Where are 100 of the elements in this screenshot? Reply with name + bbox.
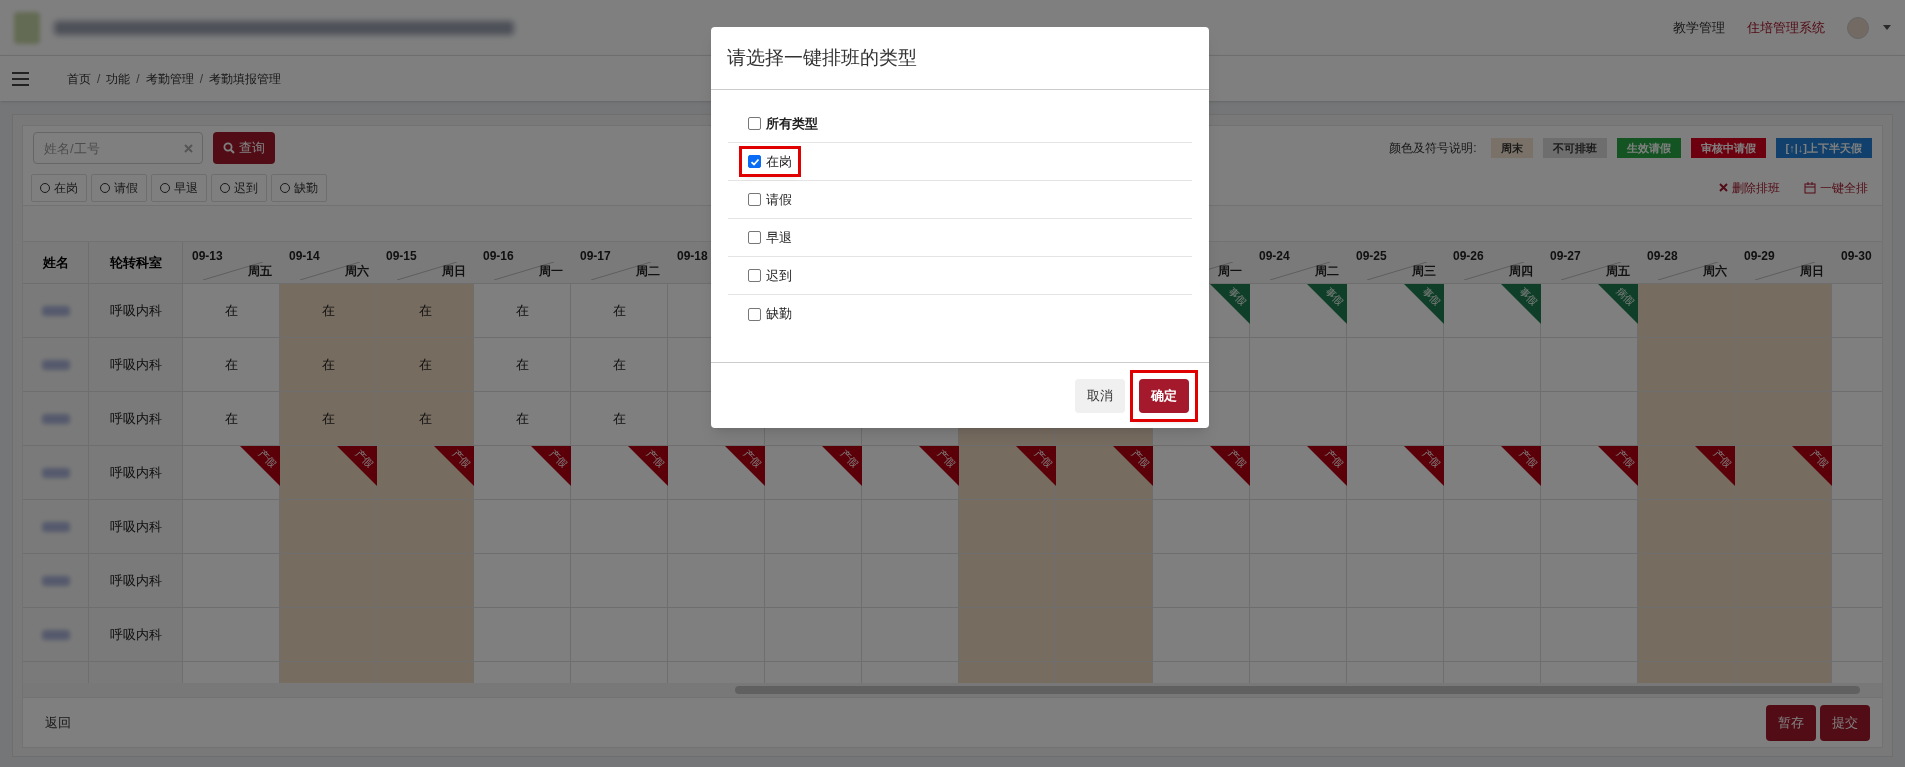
checkbox[interactable] xyxy=(748,231,761,244)
attendance-mark: 在 xyxy=(225,301,238,320)
date-label: 09-13 xyxy=(192,248,223,265)
attendance-mark: 在 xyxy=(419,301,432,320)
date-label: 09-27 xyxy=(1550,248,1581,265)
back-button[interactable]: 返回 xyxy=(35,707,81,738)
weekday-label: 周六 xyxy=(1703,263,1727,280)
diagonal-divider xyxy=(1464,262,1524,280)
legend-chip: 生效请假 xyxy=(1616,137,1681,159)
nav-link[interactable]: 教学管理 xyxy=(1673,17,1725,38)
delete-schedule-link[interactable]: 删除排班 xyxy=(1719,178,1780,197)
checkbox[interactable] xyxy=(748,269,761,282)
legend-chip: 周末 xyxy=(1490,137,1533,159)
weekday-label: 周二 xyxy=(1315,263,1339,280)
breadcrumb-link[interactable]: 功能 xyxy=(106,69,131,88)
diagonal-divider xyxy=(1755,262,1815,280)
leave-label: 产假 xyxy=(935,448,957,470)
filter-button[interactable]: 迟到 xyxy=(211,173,267,202)
weekday-label: 周一 xyxy=(539,263,563,280)
attendance-mark: 在 xyxy=(419,409,432,428)
attendance-mark: 在 xyxy=(613,355,626,374)
filter-button[interactable]: 在岗 xyxy=(31,173,87,202)
blurred-name xyxy=(41,413,70,424)
checkbox-option[interactable]: 早退 xyxy=(742,224,798,251)
department-cell-text: 呼吸内科 xyxy=(109,409,162,428)
attendance-mark: 在 xyxy=(516,301,529,320)
weekday-label: 周五 xyxy=(1606,263,1630,280)
checkbox-option[interactable]: 缺勤 xyxy=(742,301,798,327)
leave-label: 产假 xyxy=(1614,448,1636,470)
legend-label: 颜色及符号说明: xyxy=(1389,140,1477,157)
attendance-mark: 在 xyxy=(225,409,238,428)
caret-icon[interactable] xyxy=(1883,25,1891,30)
breadcrumb-link[interactable]: 首页 xyxy=(67,69,91,88)
breadcrumb-link[interactable]: 考勤填报管理 xyxy=(209,69,282,88)
leave-label: 产假 xyxy=(547,448,569,470)
date-label: 09-14 xyxy=(289,248,320,265)
leave-label: 产假 xyxy=(1129,448,1151,470)
column-header: 轮转科室 xyxy=(89,242,182,284)
department-cell-text: 呼吸内科 xyxy=(109,355,162,374)
department-cell-text: 呼吸内科 xyxy=(109,625,162,644)
footer-button[interactable]: 提交 xyxy=(1820,704,1870,741)
weekday-label: 周二 xyxy=(636,263,660,280)
nav-link[interactable]: 住培管理系统 xyxy=(1747,17,1825,38)
leave-label: 产假 xyxy=(644,448,666,470)
attendance-mark: 在 xyxy=(225,355,238,374)
attendance-mark: 在 xyxy=(322,301,335,320)
breadcrumb-link[interactable]: 考勤管理 xyxy=(145,69,194,88)
department-cell-text: 呼吸内科 xyxy=(109,301,162,320)
modal-title: 请选择一键排班的类型 xyxy=(727,45,917,70)
weekday-label: 周日 xyxy=(442,263,466,280)
search-icon xyxy=(223,142,235,154)
confirm-button[interactable]: 确定 xyxy=(1139,378,1189,413)
leave-label: 病假 xyxy=(1614,286,1636,308)
auto-schedule-link[interactable]: 一键全排 xyxy=(1804,178,1868,197)
date-label: 09-24 xyxy=(1259,248,1290,265)
blurred-name xyxy=(41,467,70,478)
horizontal-scrollbar[interactable] xyxy=(23,683,1882,697)
leave-label: 产假 xyxy=(741,448,763,470)
date-label: 09-15 xyxy=(386,248,417,265)
department-cell-text: 呼吸内科 xyxy=(109,571,162,590)
leave-label: 产假 xyxy=(1032,448,1054,470)
blurred-logo xyxy=(14,11,40,44)
calendar-icon xyxy=(1804,181,1816,194)
leave-label: 产假 xyxy=(1517,448,1539,470)
search-button[interactable]: 查询 xyxy=(213,132,275,164)
attendance-mark: 在 xyxy=(613,409,626,428)
leave-label: 产假 xyxy=(1808,448,1830,470)
leave-label: 产假 xyxy=(1711,448,1733,470)
breadcrumb-separator: / xyxy=(199,70,204,88)
filter-button[interactable]: 请假 xyxy=(91,173,147,202)
footer-button[interactable]: 暂存 xyxy=(1766,704,1816,741)
leave-label: 产假 xyxy=(256,448,278,470)
leave-label: 产假 xyxy=(1323,448,1345,470)
filter-button[interactable]: 缺勤 xyxy=(271,173,327,202)
date-label: 09-30 xyxy=(1841,248,1872,265)
attendance-mark: 在 xyxy=(322,355,335,374)
checkbox-option[interactable]: 在岗 xyxy=(742,148,798,175)
leave-label: 产假 xyxy=(1420,448,1442,470)
checkbox-option[interactable]: 所有类型 xyxy=(742,110,824,137)
checkbox-option[interactable]: 迟到 xyxy=(742,262,798,289)
checkbox[interactable] xyxy=(748,193,761,206)
leave-label: 事假 xyxy=(1420,286,1442,308)
blurred-name xyxy=(41,521,70,532)
filter-button[interactable]: 早退 xyxy=(151,173,207,202)
checkbox-option[interactable]: 请假 xyxy=(742,186,798,213)
menu-icon[interactable] xyxy=(12,71,29,86)
attendance-mark: 在 xyxy=(516,409,529,428)
checkbox[interactable] xyxy=(748,117,761,130)
weekday-label: 周六 xyxy=(345,263,369,280)
legend-chip: 不可排班 xyxy=(1542,137,1607,159)
checkbox[interactable] xyxy=(748,155,761,168)
leave-label: 事假 xyxy=(1323,286,1345,308)
legend-chip: [↑|↓]上下半天假 xyxy=(1775,137,1872,159)
weekday-label: 周三 xyxy=(1412,263,1436,280)
weekday-label: 周五 xyxy=(248,263,272,280)
cancel-button[interactable]: 取消 xyxy=(1075,378,1125,413)
checkbox[interactable] xyxy=(748,307,761,321)
breadcrumb-separator: / xyxy=(97,70,101,88)
blurred-name xyxy=(41,629,70,640)
date-label: 09-29 xyxy=(1744,248,1775,265)
